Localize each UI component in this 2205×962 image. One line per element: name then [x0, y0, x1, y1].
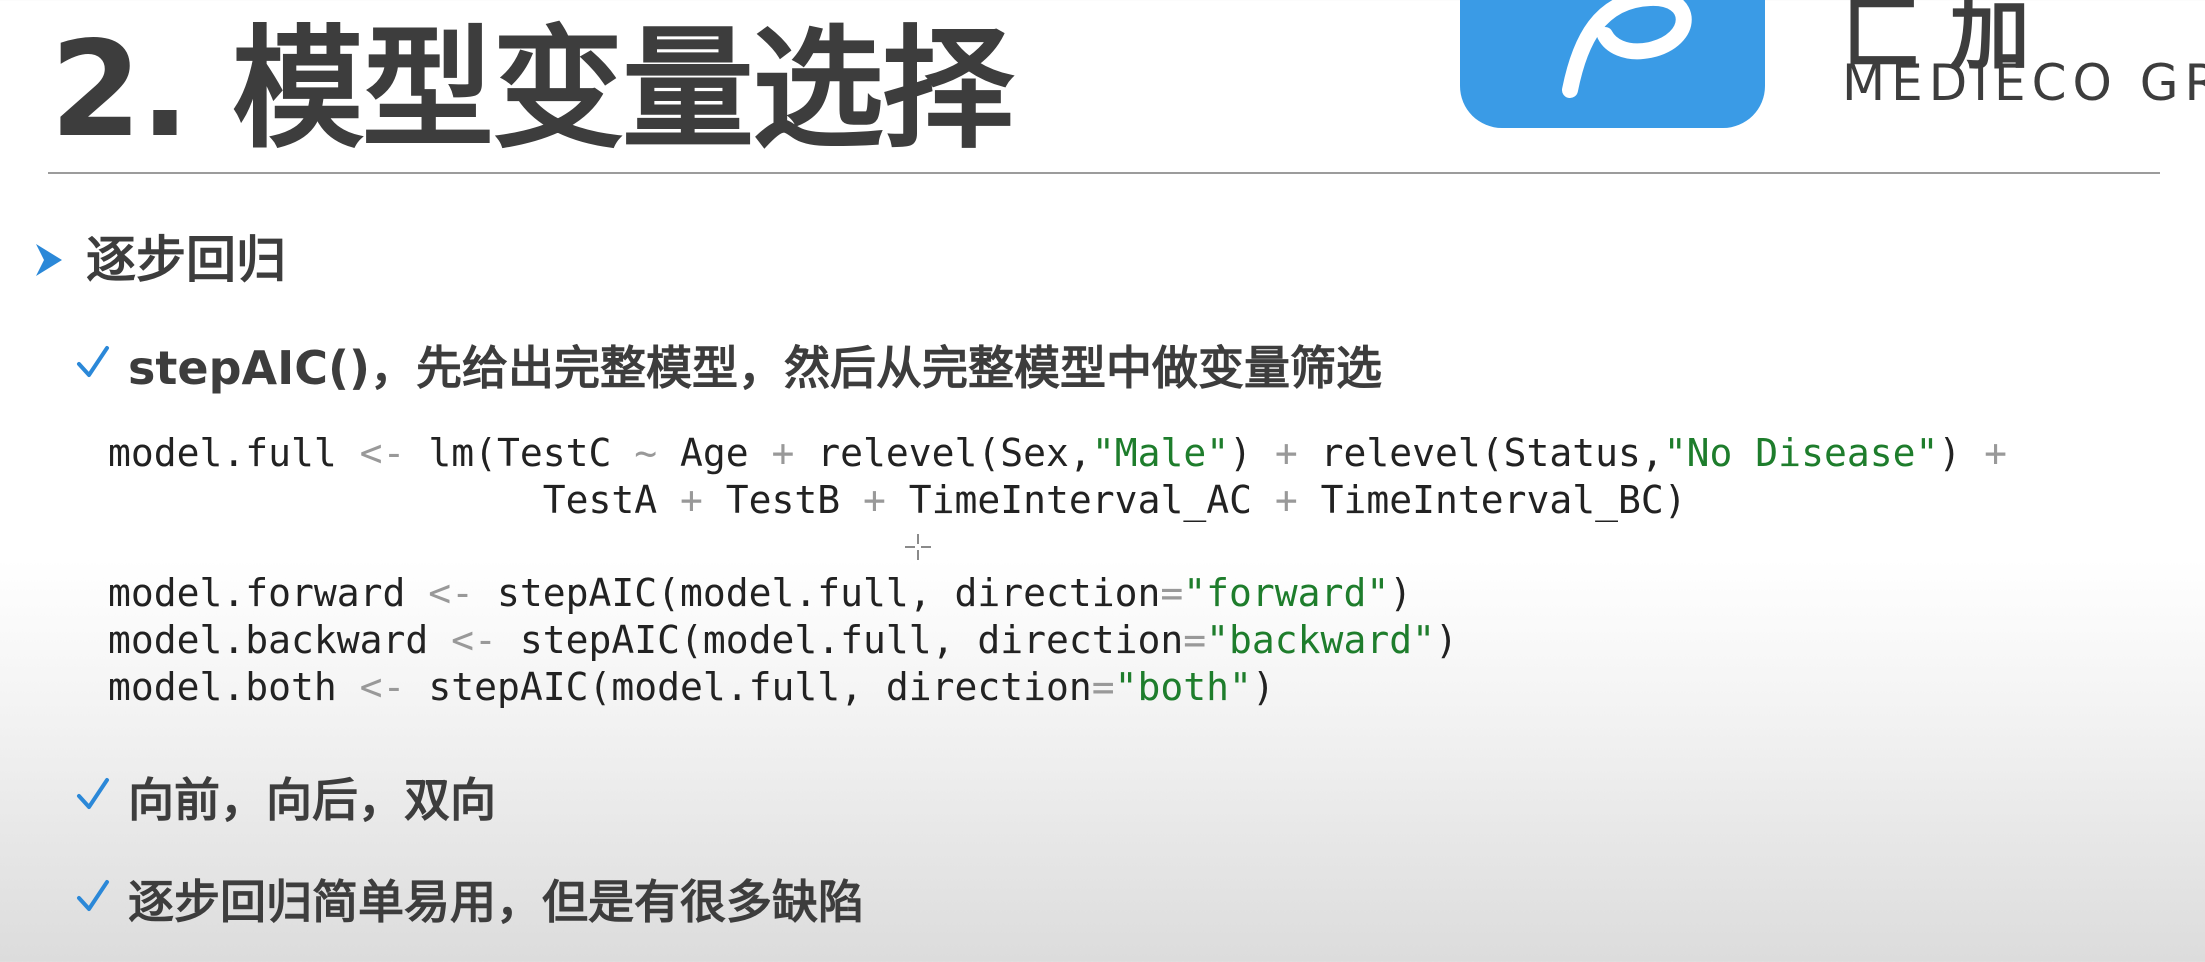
code-operator: =	[1183, 618, 1207, 662]
code-token: TestA	[542, 478, 680, 522]
code-operator: +	[771, 431, 795, 475]
code-string: "Male"	[1091, 431, 1230, 475]
code-string: "both"	[1114, 665, 1252, 709]
code-line-1: model.full <- lm(TestC ~ Age + relevel(S…	[108, 430, 2007, 477]
code-string: "backward"	[1206, 618, 1435, 662]
code-token: stepAIC(model.full, direction	[496, 618, 1184, 662]
code-token: model.backward	[108, 618, 452, 662]
slide-title: 2. 模型变量选择	[50, 13, 1014, 167]
code-operator: +	[863, 478, 886, 522]
code-operator: <-	[359, 665, 406, 709]
code-line-2: TestA + TestB + TimeInterval_AC + TimeIn…	[108, 477, 1687, 524]
brand-name: MEDIECO GR	[1842, 54, 2205, 112]
code-token: TimeInterval_BC)	[1297, 478, 1687, 522]
code-token: )	[1938, 431, 1985, 475]
code-token: relevel(Sex,	[794, 431, 1092, 475]
code-operator: +	[1274, 431, 1298, 475]
code-token: )	[1434, 618, 1458, 662]
code-token: TestB	[702, 478, 864, 522]
code-token: stepAIC(model.full, direction	[474, 571, 1161, 615]
code-token: stepAIC(model.full, direction	[405, 665, 1092, 709]
code-token: )	[1251, 665, 1275, 709]
bullet-directions: 向前，向后，双向	[128, 773, 496, 827]
code-token: )	[1229, 431, 1275, 475]
code-operator: +	[1274, 478, 1298, 522]
code-token: )	[1389, 571, 1413, 615]
code-token: Age	[657, 431, 772, 475]
bullet-drawbacks: 逐步回归简单易用，但是有很多缺陷	[128, 875, 864, 929]
code-token: TimeInterval_AC	[885, 478, 1275, 522]
checkmark-icon	[77, 880, 109, 911]
checkmark-icon	[77, 778, 109, 809]
code-token: model.full	[108, 431, 360, 475]
section-heading: 逐步回归	[86, 231, 286, 289]
code-operator: =	[1160, 571, 1184, 615]
arrow-bullet-icon	[36, 244, 62, 276]
logo	[1460, 0, 1765, 128]
code-operator: <-	[359, 431, 406, 475]
code-token: relevel(Status,	[1297, 431, 1664, 475]
code-line-4: model.backward <- stepAIC(model.full, di…	[108, 617, 1458, 664]
code-token: model.both	[108, 665, 360, 709]
title-divider	[48, 172, 2160, 174]
code-operator: <-	[451, 618, 497, 662]
code-operator: ~	[634, 431, 658, 475]
code-operator: +	[679, 478, 703, 522]
code-line-5: model.both <- stepAIC(model.full, direct…	[108, 664, 1275, 711]
code-operator: <-	[428, 571, 475, 615]
code-string: "No Disease"	[1663, 431, 1939, 475]
code-string: "forward"	[1183, 571, 1390, 615]
code-operator: =	[1091, 665, 1115, 709]
code-line-3: model.forward <- stepAIC(model.full, dir…	[108, 570, 1412, 617]
code-token: lm(TestC	[405, 431, 635, 475]
crosshair-cursor-icon	[905, 534, 931, 560]
code-token: model.forward	[108, 571, 429, 615]
checkmark-icon	[77, 346, 109, 377]
code-operator: +	[1984, 431, 2007, 475]
p-logo-icon	[1562, 0, 1692, 98]
bullet-stepaic: stepAIC()，先给出完整模型，然后从完整模型中做变量筛选	[128, 341, 1383, 395]
